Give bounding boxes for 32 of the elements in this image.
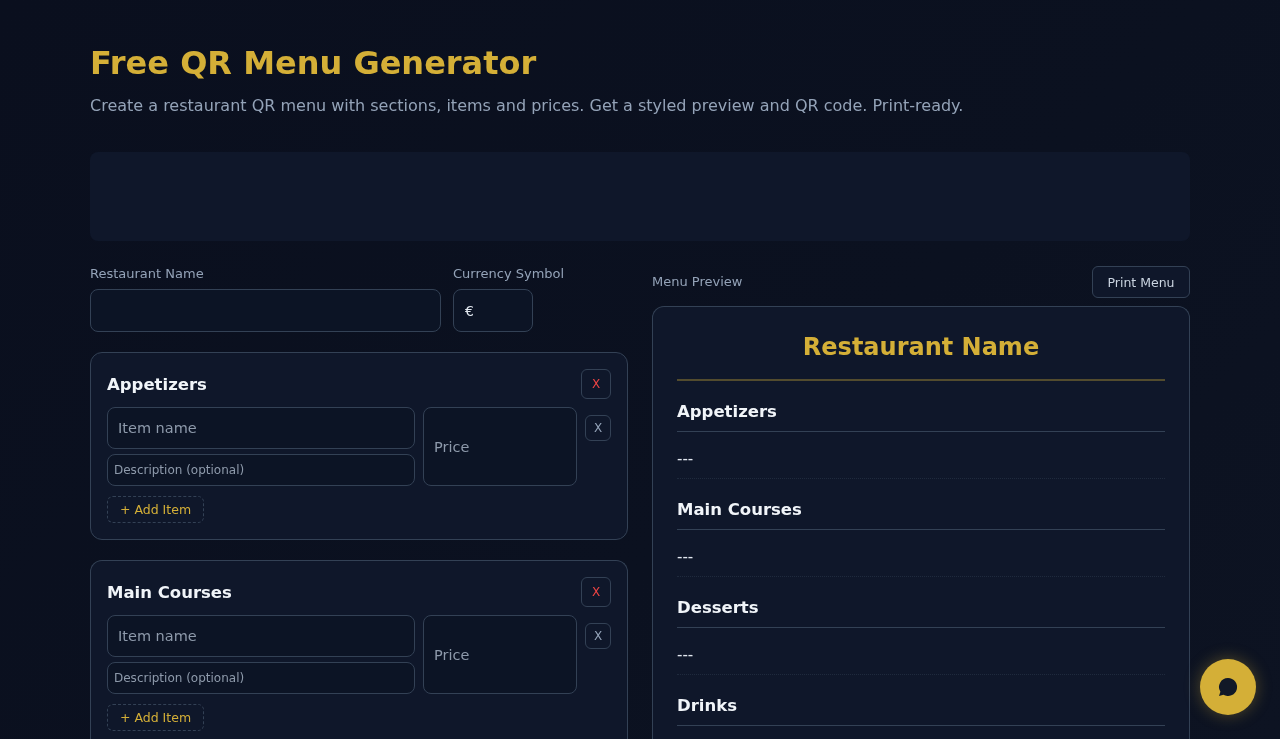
preview-empty-text: --- xyxy=(677,432,1165,479)
remove-section-button[interactable]: X xyxy=(581,577,611,607)
preview-section-heading: Main Courses xyxy=(677,499,1165,530)
preview-title: Restaurant Name xyxy=(677,331,1165,381)
remove-item-button[interactable]: X xyxy=(585,623,611,649)
preview-section-heading: Drinks xyxy=(677,695,1165,726)
preview-section-heading: Desserts xyxy=(677,597,1165,628)
restaurant-name-field[interactable] xyxy=(90,289,441,332)
price-field[interactable]: Price xyxy=(423,615,577,694)
field-label: Restaurant Name xyxy=(90,266,205,282)
preview-empty-text: --- xyxy=(677,530,1165,577)
chat-bubble-icon xyxy=(1218,677,1238,697)
preview-label: Menu Preview xyxy=(652,274,743,290)
remove-section-button[interactable]: X xyxy=(581,369,611,399)
preview-section-heading: Appetizers xyxy=(677,401,1165,432)
description-field[interactable]: Description (optional) xyxy=(107,454,415,486)
description-field[interactable]: Description (optional) xyxy=(107,662,415,694)
page-title: Free QR Menu Generator xyxy=(90,43,538,83)
currency-field[interactable]: € xyxy=(453,289,533,332)
item-name-field[interactable]: Item name xyxy=(107,615,415,657)
field-label: Currency Symbol xyxy=(453,266,565,282)
chat-button[interactable] xyxy=(1200,659,1256,715)
price-field[interactable]: Price xyxy=(423,407,577,486)
add-item-button[interactable]: + Add Item xyxy=(107,496,205,523)
section-title: Main Courses xyxy=(107,582,232,602)
add-item-button[interactable]: + Add Item xyxy=(107,704,205,731)
section-title: Appetizers xyxy=(107,374,207,394)
preview-empty-text: --- xyxy=(677,628,1165,675)
remove-item-button[interactable]: X xyxy=(585,415,611,441)
page-subtitle: Create a restaurant QR menu with sections, items and prices. Get a styled preview and QR code. Print-ready. xyxy=(90,95,965,117)
item-name-field[interactable]: Item name xyxy=(107,407,415,449)
print-button[interactable]: Print Menu xyxy=(1092,266,1190,298)
